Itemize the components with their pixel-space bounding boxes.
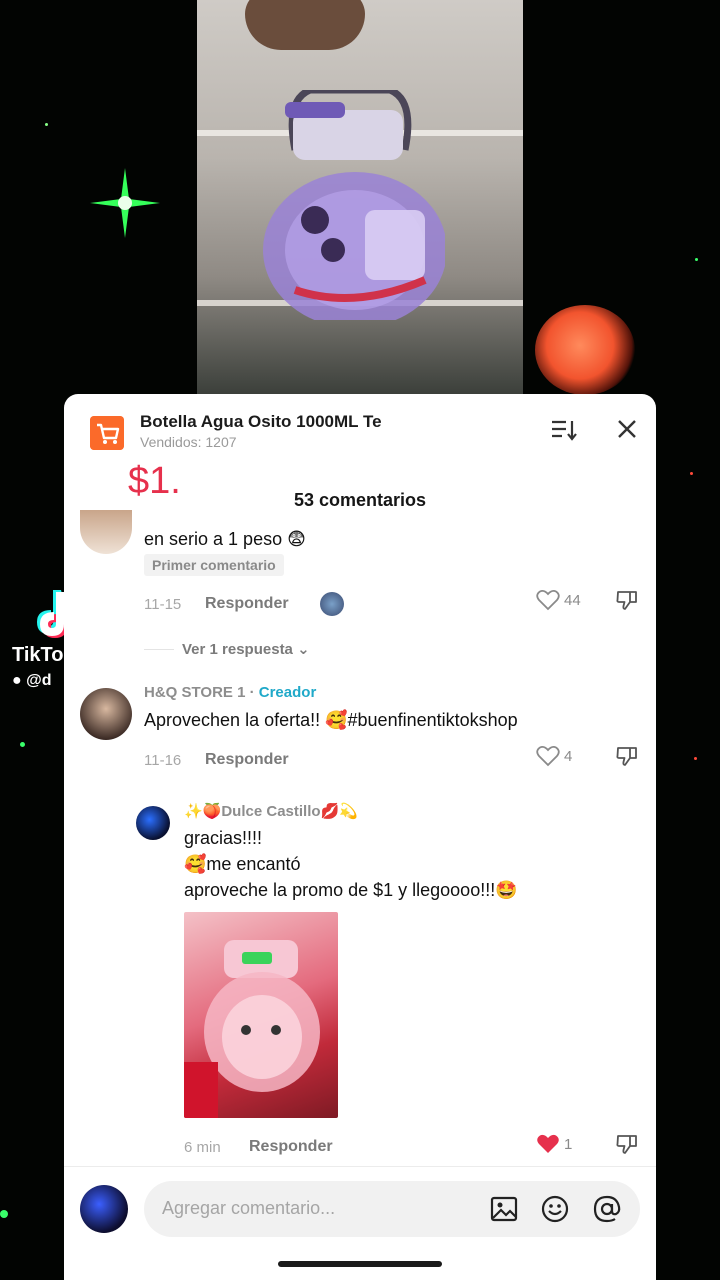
close-icon[interactable]: [614, 416, 640, 442]
comment-text: en serio a 1 peso 😨: [144, 529, 306, 549]
dislike-icon[interactable]: [615, 744, 639, 768]
reply-text-line: aproveche la promo de $1 y llegoooo!!!🤩: [184, 880, 518, 900]
hand-image: [245, 0, 365, 50]
tiktok-username: ● @d: [12, 672, 52, 690]
image-icon[interactable]: [489, 1194, 519, 1224]
like-count: 44: [564, 592, 581, 609]
creator-liked-avatar: [320, 592, 344, 616]
like-count: 4: [564, 748, 573, 765]
reply-button[interactable]: Responder: [205, 751, 289, 769]
avatar[interactable]: [80, 510, 132, 554]
sort-icon[interactable]: [550, 418, 578, 442]
sparkle-icon: [90, 168, 160, 238]
bottle-photo-image: [184, 940, 320, 1118]
comment-username[interactable]: ✨🍑Dulce Castillo💋💫: [184, 802, 358, 820]
username-separator: ·: [245, 684, 259, 701]
glow-dot: [695, 258, 698, 261]
like-count: 1: [564, 1136, 573, 1153]
comment-date: 11-15: [144, 596, 182, 613]
reply-text-line: gracias!!!!: [184, 828, 263, 848]
view-replies-link[interactable]: Ver 1 respuesta ⌄: [182, 640, 310, 658]
heart-filled-icon[interactable]: [536, 1133, 560, 1155]
bottle-image: [263, 90, 445, 320]
avatar[interactable]: [80, 688, 132, 740]
glow-dot: [694, 757, 697, 760]
product-sold-count: Vendidos: 1207: [140, 434, 237, 450]
avatar[interactable]: [136, 806, 170, 840]
product-title: Botella Agua Osito 1000ML Te: [140, 412, 382, 431]
my-avatar[interactable]: [80, 1185, 128, 1233]
first-comment-badge: Primer comentario: [144, 554, 284, 576]
dislike-icon[interactable]: [615, 1132, 639, 1156]
comment-date: 6 min: [184, 1139, 221, 1156]
user-icon: ●: [12, 672, 22, 689]
glow-dot: [690, 472, 693, 475]
reply-text-line: 🥰me encantó: [184, 854, 301, 874]
heart-outline-icon[interactable]: [536, 589, 560, 611]
home-indicator: [278, 1261, 442, 1267]
comments-sheet: Botella Agua Osito 1000ML Te Vendidos: 1…: [64, 394, 656, 1280]
shopping-cart-icon: [90, 416, 124, 450]
product-anchor[interactable]: Botella Agua Osito 1000ML Te Vendidos: 1…: [88, 410, 636, 454]
glow-dot: [0, 1210, 8, 1218]
comments-count: 53 comentarios: [293, 490, 427, 510]
emoji-icon[interactable]: [540, 1194, 570, 1224]
comment-input[interactable]: Agregar comentario...: [144, 1181, 640, 1237]
reply-photo[interactable]: [184, 912, 338, 1118]
comment-input-bar: Agregar comentario...: [64, 1166, 656, 1280]
glow-dot: [20, 742, 25, 747]
username-text: H&Q STORE 1: [144, 684, 246, 701]
glow-orb: [535, 305, 635, 395]
dislike-icon[interactable]: [615, 588, 639, 612]
creator-label: Creador: [258, 684, 317, 701]
reply-button[interactable]: Responder: [249, 1138, 333, 1156]
glow-dot: [45, 123, 48, 126]
tiktok-user-handle: @d: [26, 672, 52, 689]
comment-text: Aprovechen la oferta!! 🥰#buenfinentiktok…: [144, 710, 518, 730]
heart-outline-icon[interactable]: [536, 745, 560, 767]
comment-date: 11-16: [144, 752, 182, 769]
comment-input-placeholder: Agregar comentario...: [162, 1198, 336, 1218]
replies-divider: [144, 649, 174, 650]
reply-button[interactable]: Responder: [205, 595, 289, 613]
comment-username[interactable]: H&Q STORE 1 · Creador: [144, 684, 316, 701]
video-frame: [197, 0, 523, 395]
mention-icon[interactable]: [592, 1194, 622, 1224]
